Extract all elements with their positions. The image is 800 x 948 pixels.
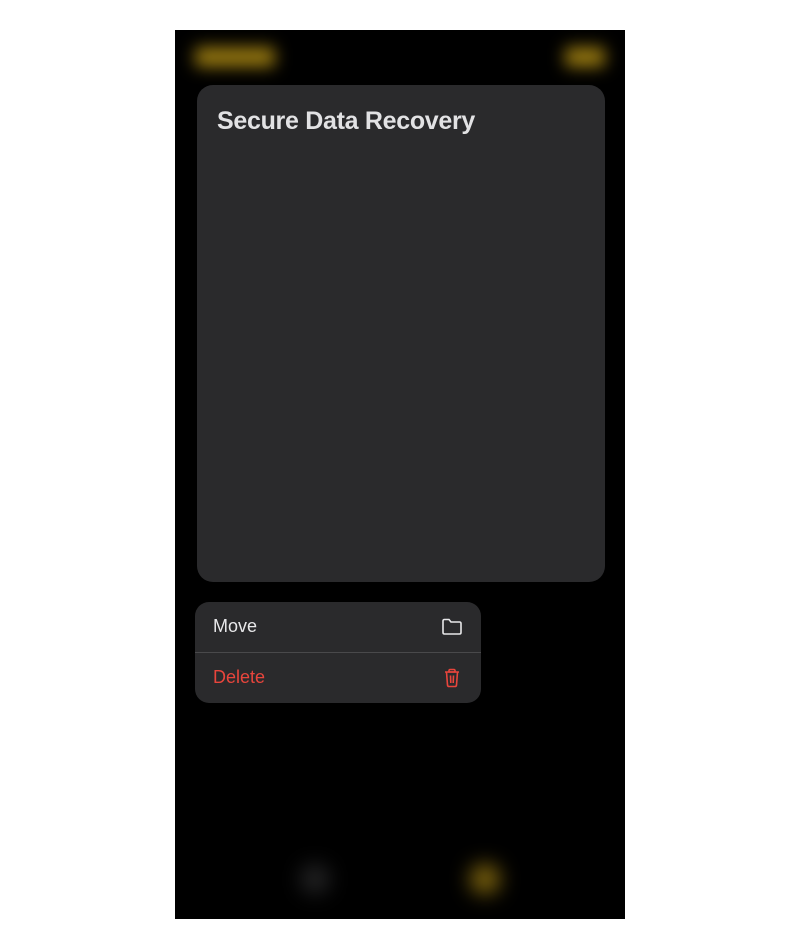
- delete-menu-item[interactable]: Delete: [195, 652, 481, 703]
- blurred-header-background: [175, 30, 625, 85]
- delete-label: Delete: [213, 667, 265, 688]
- blurred-footer-background: [175, 839, 625, 919]
- phone-screen: Secure Data Recovery Move Delete: [175, 30, 625, 919]
- note-preview-card[interactable]: Secure Data Recovery: [197, 85, 605, 582]
- blurred-footer-left: [300, 864, 330, 894]
- blurred-back-button: [195, 47, 275, 67]
- blurred-footer-right: [470, 864, 500, 894]
- context-menu: Move Delete: [195, 602, 481, 703]
- trash-icon: [441, 667, 463, 689]
- blurred-edit-button: [565, 47, 605, 67]
- move-label: Move: [213, 616, 257, 637]
- move-menu-item[interactable]: Move: [195, 602, 481, 652]
- note-title: Secure Data Recovery: [217, 107, 585, 136]
- folder-icon: [441, 616, 463, 638]
